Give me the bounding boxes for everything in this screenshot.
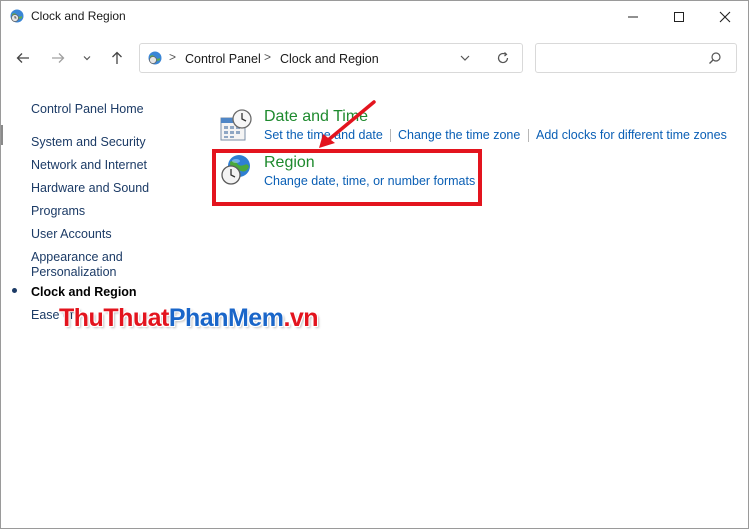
forward-button[interactable]	[45, 45, 71, 71]
category-title-date-and-time[interactable]: Date and Time	[264, 108, 368, 126]
sidebar-edge-marker	[1, 125, 3, 145]
sidebar-item-system-and-security[interactable]: System and Security	[31, 135, 146, 150]
link-divider	[528, 129, 529, 142]
watermark-part2: PhanMem	[168, 304, 284, 332]
sidebar-item-appearance-line1[interactable]: Appearance and	[31, 250, 123, 265]
calendar-clock-icon[interactable]	[219, 108, 253, 142]
watermark-part3: .vn	[283, 304, 319, 332]
control-panel-window: Clock and Region > Control Panel > Clock…	[0, 0, 749, 529]
up-button[interactable]	[104, 45, 130, 71]
recent-locations-button[interactable]	[76, 45, 98, 71]
sidebar-item-programs[interactable]: Programs	[31, 204, 85, 219]
breadcrumb-separator: >	[264, 50, 272, 64]
up-arrow-icon	[112, 51, 122, 64]
chevron-down-icon	[83, 56, 91, 61]
active-item-bullet	[12, 288, 17, 293]
close-button[interactable]	[702, 1, 748, 32]
link-set-time-and-date[interactable]: Set the time and date	[264, 128, 383, 142]
search-icon	[709, 52, 721, 64]
refresh-icon[interactable]	[495, 50, 511, 66]
back-arrow-icon	[16, 53, 29, 63]
title-bar: Clock and Region	[1, 1, 748, 32]
control-panel-icon	[148, 51, 162, 65]
link-add-clocks[interactable]: Add clocks for different time zones	[536, 128, 727, 142]
maximize-icon	[674, 11, 684, 22]
close-icon	[719, 11, 731, 22]
watermark-logo: ThuThuatPhanMem.vn	[59, 304, 319, 333]
breadcrumb-separator: >	[169, 50, 177, 64]
sidebar-item-control-panel-home[interactable]: Control Panel Home	[31, 102, 144, 117]
search-input[interactable]	[535, 43, 737, 73]
forward-arrow-icon	[52, 53, 65, 63]
sidebar-item-hardware-and-sound[interactable]: Hardware and Sound	[31, 181, 149, 196]
window-title: Clock and Region	[31, 9, 126, 23]
control-panel-icon	[10, 9, 24, 23]
highlight-box	[212, 149, 482, 206]
breadcrumb-clock-and-region[interactable]: Clock and Region	[280, 52, 379, 66]
sidebar-item-user-accounts[interactable]: User Accounts	[31, 227, 112, 242]
chevron-down-icon[interactable]	[458, 51, 472, 65]
link-change-time-zone[interactable]: Change the time zone	[398, 128, 520, 142]
address-bar[interactable]: > Control Panel > Clock and Region	[139, 43, 523, 73]
link-divider	[390, 129, 391, 142]
maximize-button[interactable]	[656, 1, 702, 32]
minimize-icon	[628, 16, 638, 17]
sidebar-item-clock-and-region[interactable]: Clock and Region	[31, 285, 137, 300]
back-button[interactable]	[10, 45, 36, 71]
sidebar-item-network-and-internet[interactable]: Network and Internet	[31, 158, 147, 173]
minimize-button[interactable]	[610, 1, 656, 32]
watermark-part1: ThuThuat	[59, 304, 169, 332]
breadcrumb-control-panel[interactable]: Control Panel	[185, 52, 261, 66]
sidebar-item-appearance-line2[interactable]: Personalization	[31, 265, 116, 280]
